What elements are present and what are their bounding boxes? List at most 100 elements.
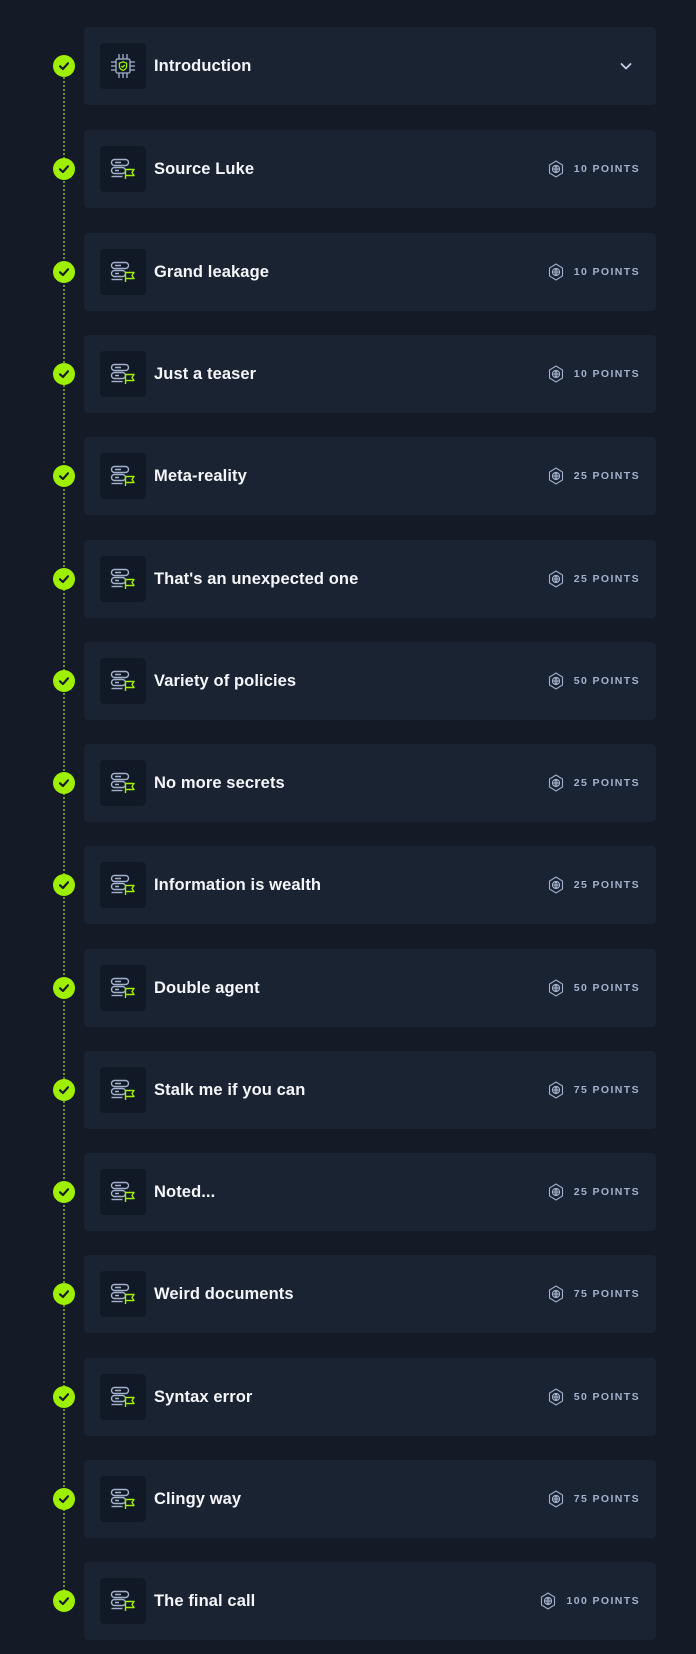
module-row: Just a teaser 10 POINTS <box>0 335 696 413</box>
points-label: 25 POINTS <box>573 1186 640 1198</box>
module-title: Source Luke <box>154 160 255 178</box>
module-title: Variety of policies <box>154 672 297 690</box>
globe-points-icon <box>546 569 566 589</box>
points-label: 50 POINTS <box>573 1391 640 1403</box>
server-flag-icon <box>100 862 146 908</box>
check-circle-icon <box>53 1079 75 1101</box>
server-flag-icon <box>100 556 146 602</box>
module-card[interactable]: Syntax error 50 POINTS <box>84 1358 656 1436</box>
globe-points-icon <box>546 671 566 691</box>
module-card[interactable]: Double agent 50 POINTS <box>84 949 656 1027</box>
module-card[interactable]: Noted... 25 POINTS <box>84 1153 656 1231</box>
points-label: 25 POINTS <box>573 470 640 482</box>
module-card[interactable]: Grand leakage 10 POINTS <box>84 233 656 311</box>
server-flag-icon <box>100 658 146 704</box>
server-flag-icon <box>100 249 146 295</box>
points-badge: 50 POINTS <box>546 642 640 720</box>
module-card[interactable]: The final call 100 POINTS <box>84 1562 656 1640</box>
module-card[interactable]: No more secrets 25 POINTS <box>84 744 656 822</box>
module-title: That's an unexpected one <box>154 570 359 588</box>
module-row: Stalk me if you can 75 POINTS <box>0 1051 696 1129</box>
module-title: Clingy way <box>154 1490 242 1508</box>
server-flag-icon <box>100 965 146 1011</box>
points-label: 25 POINTS <box>573 777 640 789</box>
globe-points-icon <box>546 1489 566 1509</box>
module-row: Weird documents 75 POINTS <box>0 1255 696 1333</box>
module-timeline: Introduction Source Luke 10 POINTS Grand… <box>0 0 696 1654</box>
points-badge: 100 POINTS <box>538 1562 640 1640</box>
points-label: 10 POINTS <box>573 266 640 278</box>
check-circle-icon <box>53 55 75 77</box>
points-label: 100 POINTS <box>566 1595 640 1607</box>
module-row: Information is wealth 25 POINTS <box>0 846 696 924</box>
module-row: No more secrets 25 POINTS <box>0 744 696 822</box>
module-row: Syntax error 50 POINTS <box>0 1358 696 1436</box>
globe-points-icon <box>546 1080 566 1100</box>
module-card[interactable]: Stalk me if you can 75 POINTS <box>84 1051 656 1129</box>
module-card[interactable]: Variety of policies 50 POINTS <box>84 642 656 720</box>
module-row: Variety of policies 50 POINTS <box>0 642 696 720</box>
module-title: Weird documents <box>154 1285 294 1303</box>
globe-points-icon <box>546 262 566 282</box>
check-circle-icon <box>53 568 75 590</box>
check-circle-icon <box>53 670 75 692</box>
chevron-down-icon[interactable] <box>614 54 638 78</box>
module-row: Noted... 25 POINTS <box>0 1153 696 1231</box>
points-badge: 25 POINTS <box>546 846 640 924</box>
server-flag-icon <box>100 760 146 806</box>
module-title: Noted... <box>154 1183 216 1201</box>
server-flag-icon <box>100 1476 146 1522</box>
module-row: Source Luke 10 POINTS <box>0 130 696 208</box>
module-card[interactable]: Meta-reality 25 POINTS <box>84 437 656 515</box>
globe-points-icon <box>546 1284 566 1304</box>
server-flag-icon <box>100 1067 146 1113</box>
check-circle-icon <box>53 465 75 487</box>
points-label: 10 POINTS <box>573 163 640 175</box>
points-badge: 25 POINTS <box>546 1153 640 1231</box>
server-flag-icon <box>100 1374 146 1420</box>
module-title: Syntax error <box>154 1388 253 1406</box>
points-label: 50 POINTS <box>573 982 640 994</box>
check-circle-icon <box>53 772 75 794</box>
module-title: Just a teaser <box>154 365 257 383</box>
globe-points-icon <box>546 978 566 998</box>
points-badge: 10 POINTS <box>546 233 640 311</box>
module-card[interactable]: Just a teaser 10 POINTS <box>84 335 656 413</box>
server-flag-icon <box>100 453 146 499</box>
module-card[interactable]: Source Luke 10 POINTS <box>84 130 656 208</box>
module-row: Clingy way 75 POINTS <box>0 1460 696 1538</box>
module-row: Introduction <box>0 27 696 105</box>
globe-points-icon <box>546 1182 566 1202</box>
module-title: Meta-reality <box>154 467 247 485</box>
check-circle-icon <box>53 261 75 283</box>
check-circle-icon <box>53 1386 75 1408</box>
module-row: Meta-reality 25 POINTS <box>0 437 696 515</box>
points-badge: 75 POINTS <box>546 1460 640 1538</box>
points-badge: 75 POINTS <box>546 1255 640 1333</box>
check-circle-icon <box>53 1590 75 1612</box>
module-card[interactable]: Clingy way 75 POINTS <box>84 1460 656 1538</box>
module-card[interactable]: Weird documents 75 POINTS <box>84 1255 656 1333</box>
module-row: That's an unexpected one 25 POINTS <box>0 540 696 618</box>
globe-points-icon <box>546 364 566 384</box>
points-badge: 25 POINTS <box>546 744 640 822</box>
module-card[interactable]: Introduction <box>84 27 656 105</box>
module-title: Stalk me if you can <box>154 1081 306 1099</box>
server-flag-icon <box>100 146 146 192</box>
points-badge: 10 POINTS <box>546 130 640 208</box>
module-card[interactable]: That's an unexpected one 25 POINTS <box>84 540 656 618</box>
module-title: Grand leakage <box>154 263 270 281</box>
points-badge: 50 POINTS <box>546 1358 640 1436</box>
check-circle-icon <box>53 363 75 385</box>
points-label: 75 POINTS <box>573 1288 640 1300</box>
check-circle-icon <box>53 1181 75 1203</box>
module-row: Double agent 50 POINTS <box>0 949 696 1027</box>
points-badge: 10 POINTS <box>546 335 640 413</box>
module-title: Introduction <box>154 57 252 75</box>
module-card[interactable]: Information is wealth 25 POINTS <box>84 846 656 924</box>
module-title: The final call <box>154 1592 256 1610</box>
check-circle-icon <box>53 1488 75 1510</box>
points-label: 25 POINTS <box>573 573 640 585</box>
module-title: Double agent <box>154 979 260 997</box>
server-flag-icon <box>100 1169 146 1215</box>
